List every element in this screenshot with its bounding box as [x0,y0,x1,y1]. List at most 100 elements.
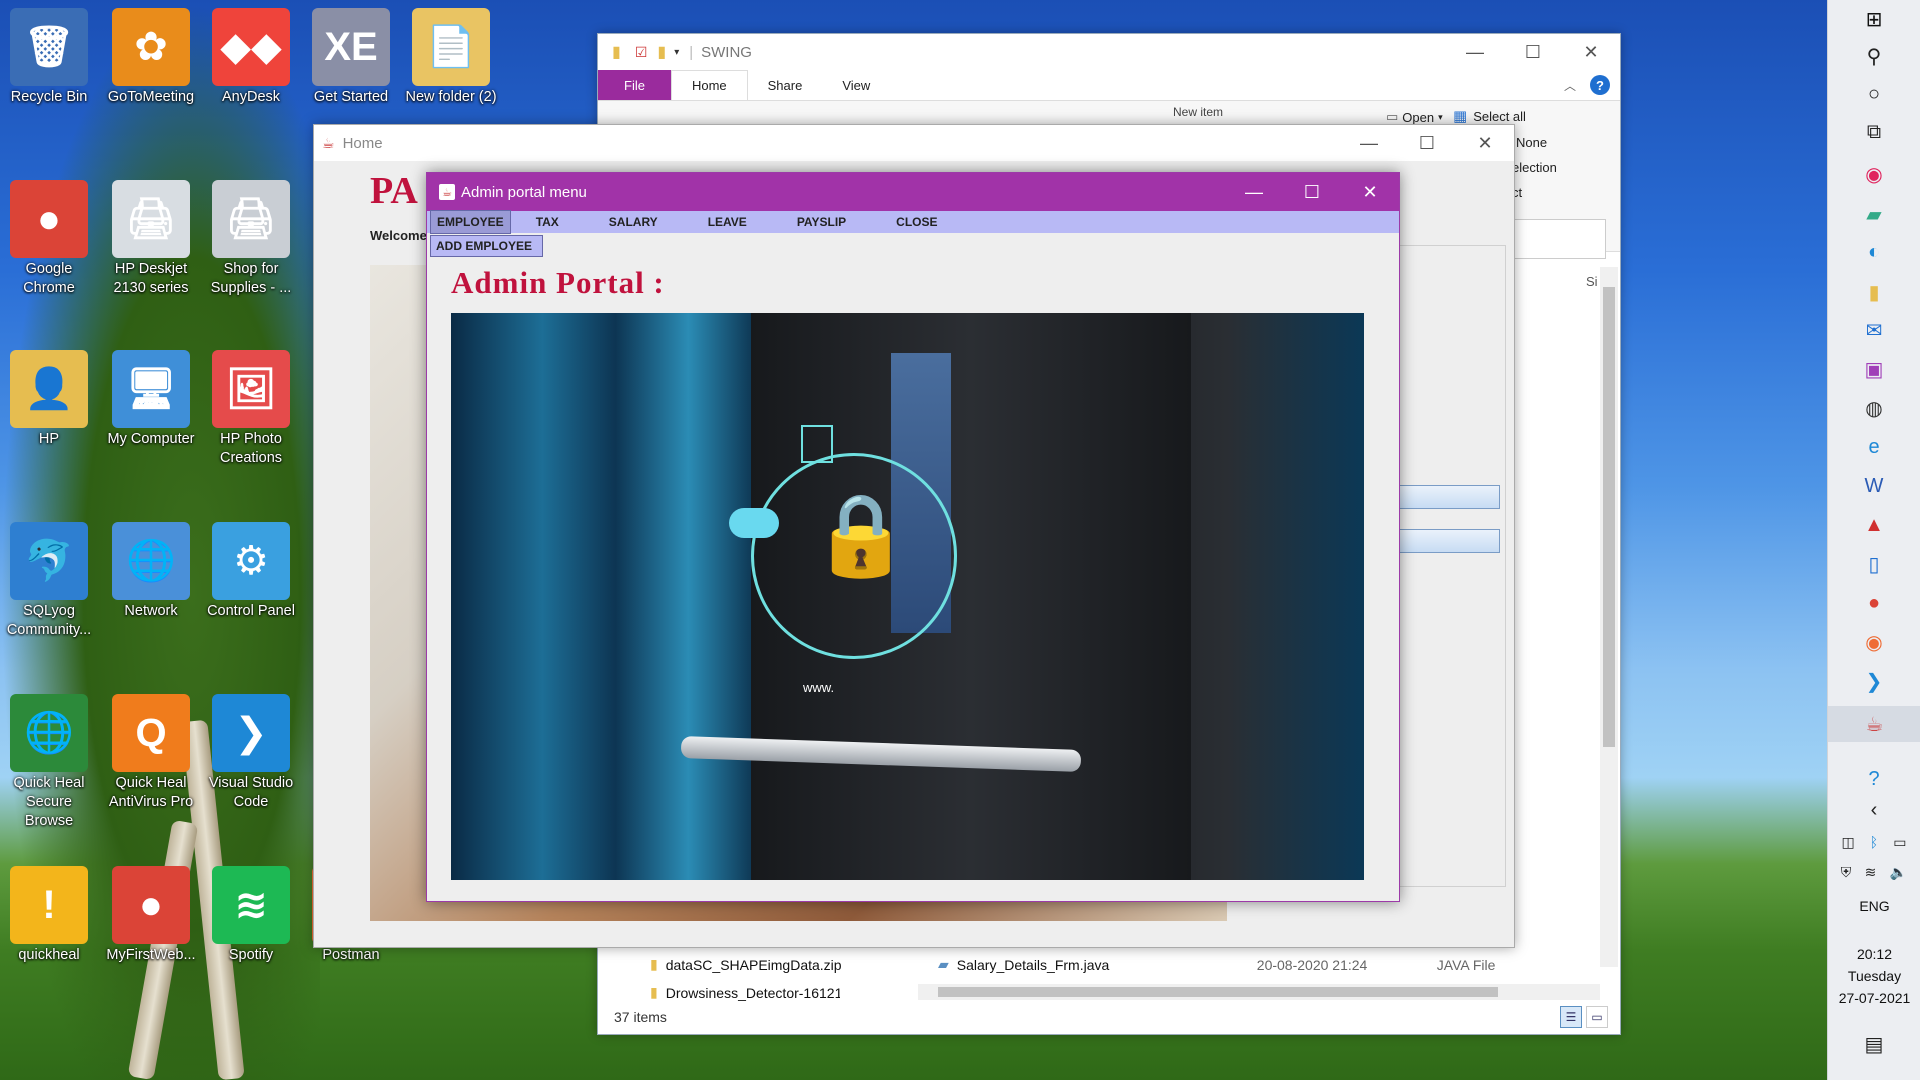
desktop-icon[interactable]: 👤 HP [0,346,98,506]
tray-icons[interactable]: ◫ ᛒ ▭ [1834,828,1914,856]
select-none-button[interactable]: None [1516,135,1547,150]
desktop-icon[interactable]: 🌐 Quick Heal Secure Browse [0,690,98,850]
app-icon[interactable]: ▰ [1856,200,1892,228]
app-icon[interactable]: ▣ [1856,355,1892,383]
scrollbar[interactable] [1600,267,1618,967]
large-icons-view-icon[interactable]: ▭ [1586,1006,1608,1028]
close-button[interactable]: ✕ [1341,174,1399,210]
task-view-icon[interactable]: ⧉ [1856,118,1892,146]
home-logo-text: PA [370,170,418,212]
title-separator: | [689,43,694,61]
desktop-icon[interactable]: ≋ Spotify [202,862,300,1022]
desktop-icon-label: MyFirstWeb... [106,947,196,963]
desktop-icon-label: HP Deskjet 2130 series [113,261,189,296]
open-icon: ▭ [1386,109,1399,124]
language-indicator[interactable]: ENG [1828,898,1920,914]
minimize-button[interactable]: — [1446,34,1504,70]
search-icon[interactable]: ⚲ [1856,42,1892,70]
pdf-icon[interactable]: ▲ [1856,511,1892,539]
app-icon[interactable]: ◍ [1856,394,1892,422]
edge-icon[interactable]: ◐ [1856,238,1892,266]
column-header-size[interactable]: Si [1586,274,1598,289]
chevron-down-icon[interactable]: ▾ [674,47,679,58]
list-item[interactable]: ▮ dataSC_SHAPEimgData.zip [650,956,842,973]
tab-share[interactable]: Share [748,70,823,100]
menu-tax[interactable]: TAX [511,211,584,233]
tab-file[interactable]: File [598,70,671,100]
desktop-icon[interactable]: 🖨 HP Deskjet 2130 series [102,176,200,336]
desktop-icon[interactable]: ❯ Visual Studio Code [202,690,300,850]
file-explorer-icon[interactable]: ▮ [1856,278,1892,306]
desktop-icon[interactable]: ! quickheal [0,862,98,1022]
horizontal-scrollbar[interactable] [918,984,1600,1000]
desktop-icon-label: Get Started [313,89,389,105]
table-row[interactable]: ▰ Salary_Details_Frm.java 20-08-2020 21:… [938,956,1598,973]
scrollbar-thumb[interactable] [1603,287,1615,747]
tab-home[interactable]: Home [670,70,748,100]
properties-icon[interactable]: ☑ [635,44,648,61]
start-icon[interactable]: ⊞ [1856,5,1892,33]
notification-icon[interactable]: ▤ [1856,1030,1892,1058]
tab-view[interactable]: View [822,70,890,100]
desktop-icon-image: ● [112,866,190,944]
maximize-button[interactable]: ☐ [1283,174,1341,210]
desktop-icon[interactable]: ◆◆ AnyDesk [202,4,300,164]
desktop-icon[interactable]: ⚙ Control Panel [202,518,300,678]
open-label: Open [1402,109,1435,125]
maximize-button[interactable]: ☐ [1504,34,1562,70]
desktop-icon[interactable]: 🖥 My Computer [102,346,200,506]
help-icon[interactable]: ? [1590,75,1610,95]
chrome-icon[interactable]: ● [1856,589,1892,617]
new-item-button[interactable]: New item [1173,105,1223,119]
clock-date[interactable]: 27-07-2021 [1828,990,1920,1006]
scrollbar-thumb[interactable] [938,987,1498,997]
help-icon[interactable]: ? [1856,765,1892,793]
list-item[interactable]: ▮ Drowsiness_Detector-16121773... [650,984,840,1001]
desktop-icon[interactable]: 🖨 Shop for Supplies - ... [202,176,300,336]
menu-leave[interactable]: LEAVE [683,211,772,233]
ie-icon[interactable]: e [1856,433,1892,461]
chevron-left-icon[interactable]: ‹ [1856,796,1892,824]
postman-icon[interactable]: ◉ [1856,628,1892,656]
cortana-icon[interactable]: ○ [1856,80,1892,108]
app-icon[interactable]: ◉ [1856,160,1892,188]
select-all-button[interactable]: ▦ Select all [1453,107,1526,125]
desktop-icon-label: SQLyog Community... [6,603,92,638]
desktop-icon[interactable]: 🌐 Network [102,518,200,678]
close-button[interactable]: ✕ [1562,34,1620,70]
invert-selection-button[interactable]: election [1512,160,1557,175]
desktop-icon[interactable]: 🖼 HP Photo Creations [202,346,300,506]
desktop-icon[interactable]: ● MyFirstWeb... [102,862,200,1022]
desktop-icon[interactable]: Q Quick Heal AntiVirus Pro [102,690,200,850]
desktop-icon-label: quickheal [18,947,80,963]
close-button[interactable]: ✕ [1456,125,1514,161]
wifi-icon: ≋ [1864,863,1877,880]
details-view-icon[interactable]: ☰ [1560,1006,1582,1028]
menu-salary[interactable]: SALARY [584,211,683,233]
search-box[interactable] [1512,219,1606,259]
new-folder-icon[interactable]: ▮ [657,42,666,62]
home-titlebar: ☕ Home — ☐ ✕ [314,125,1514,161]
desktop-icon[interactable]: 🐬 SQLyog Community... [0,518,98,678]
minimize-button[interactable]: — [1340,125,1398,161]
app-icon[interactable]: ▯ [1856,550,1892,578]
menu-close[interactable]: CLOSE [871,211,962,233]
menu-employee[interactable]: EMPLOYEE [430,210,511,234]
vscode-icon[interactable]: ❯ [1856,667,1892,695]
tray-icons[interactable]: ⛨ ≋ 🔈 [1834,858,1914,886]
desktop-icon[interactable]: ✿ GoToMeeting [102,4,200,164]
chevron-up-icon[interactable]: ︿ [1564,77,1576,94]
menu-payslip[interactable]: PAYSLIP [772,211,871,233]
java-app-icon[interactable]: ☕ [1828,706,1920,742]
menu-item-add-employee[interactable]: ADD EMPLOYEE [430,235,543,257]
maximize-button[interactable]: ☐ [1398,125,1456,161]
word-icon[interactable]: W [1856,472,1892,500]
clock-time[interactable]: 20:12 [1828,946,1920,962]
open-button[interactable]: ▭ Open ▾ [1386,109,1443,125]
clock-day[interactable]: Tuesday [1828,968,1920,984]
desktop-icon[interactable]: 🗑 Recycle Bin [0,4,98,164]
desktop-icon[interactable]: ● Google Chrome [0,176,98,336]
view-switcher: ☰ ▭ [1560,1006,1608,1028]
minimize-button[interactable]: — [1225,174,1283,210]
mail-icon[interactable]: ✉ [1856,316,1892,344]
